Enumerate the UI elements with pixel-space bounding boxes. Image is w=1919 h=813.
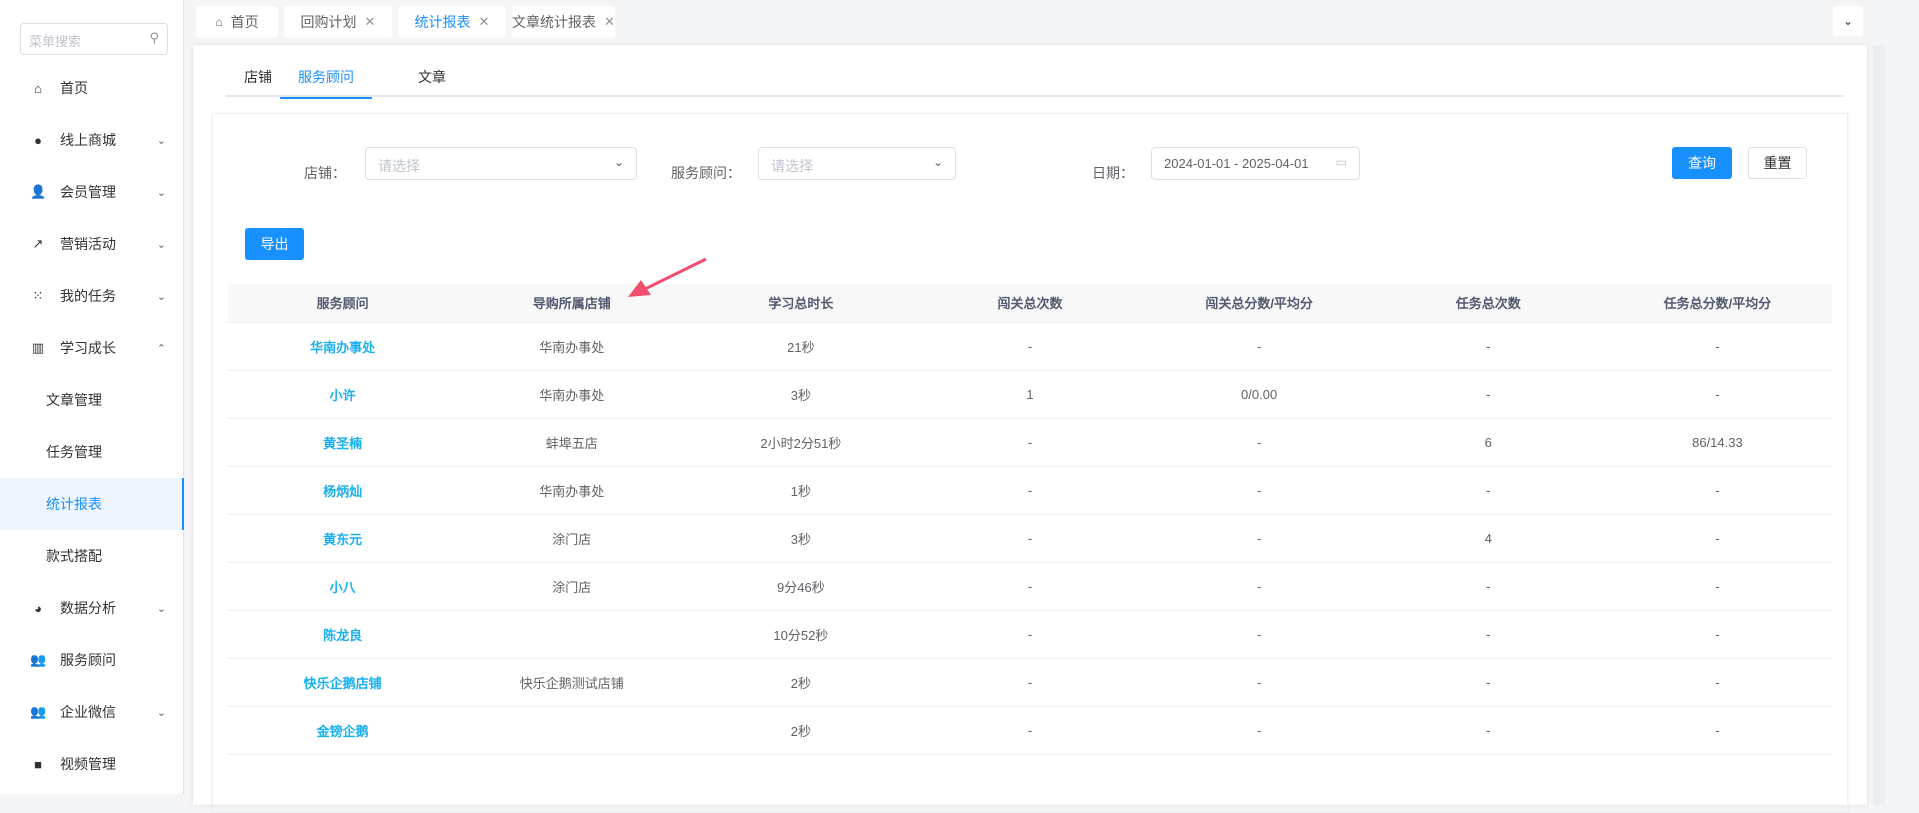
- annotation-arrow: [628, 257, 707, 297]
